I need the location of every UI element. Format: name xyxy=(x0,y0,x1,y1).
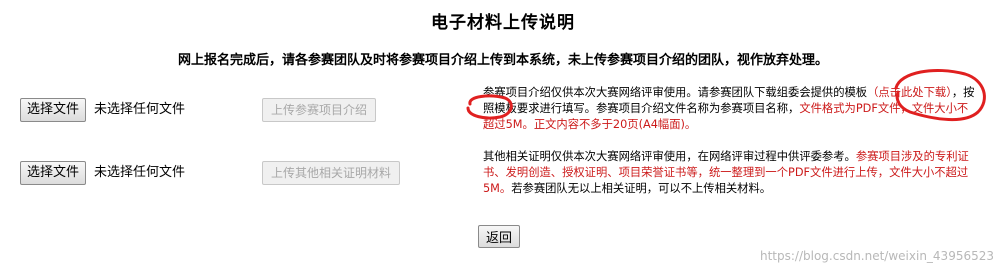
back-button[interactable]: 返回 xyxy=(478,225,520,248)
page-title: 电子材料上传说明 xyxy=(431,13,575,33)
watermark: https://blog.csdn.net/weixin_43956523 xyxy=(759,249,994,263)
upload-notice: 网上报名完成后，请各参赛团队及时将参赛项目介绍上传到本系统，未上传参赛项目介绍的… xyxy=(177,53,828,68)
proof-desc-text-2: 若参赛团队无以上相关证明，可以不上传相关材料。 xyxy=(511,182,772,195)
file-status-intro: 未选择任何文件 xyxy=(94,102,186,117)
intro-description: 参赛项目介绍仅供本次大赛网络评审使用。请参赛团队下载组委会提供的模板（点击此处下… xyxy=(483,85,978,133)
upload-proof-button[interactable]: 上传其他相关证明材料 xyxy=(262,161,401,185)
intro-desc-text: 参赛项目介绍仅供本次大赛网络评审使用。请参赛团队下载组委会提供的模板 xyxy=(483,86,868,99)
choose-file-button-intro[interactable]: 选择文件 xyxy=(20,98,87,122)
file-status-proof: 未选择任何文件 xyxy=(94,165,186,180)
choose-file-button-proof[interactable]: 选择文件 xyxy=(20,161,87,185)
proof-description: 其他相关证明仅供本次大赛网络评审使用，在网络评审过程中供评委参考。参赛项目涉及的… xyxy=(483,149,978,197)
upload-intro-button[interactable]: 上传参赛项目介绍 xyxy=(262,98,377,122)
template-download-link[interactable]: （点击此处下载） xyxy=(867,86,952,99)
proof-desc-text: 其他相关证明仅供本次大赛网络评审使用，在网络评审过程中供评委参考。 xyxy=(483,150,856,163)
